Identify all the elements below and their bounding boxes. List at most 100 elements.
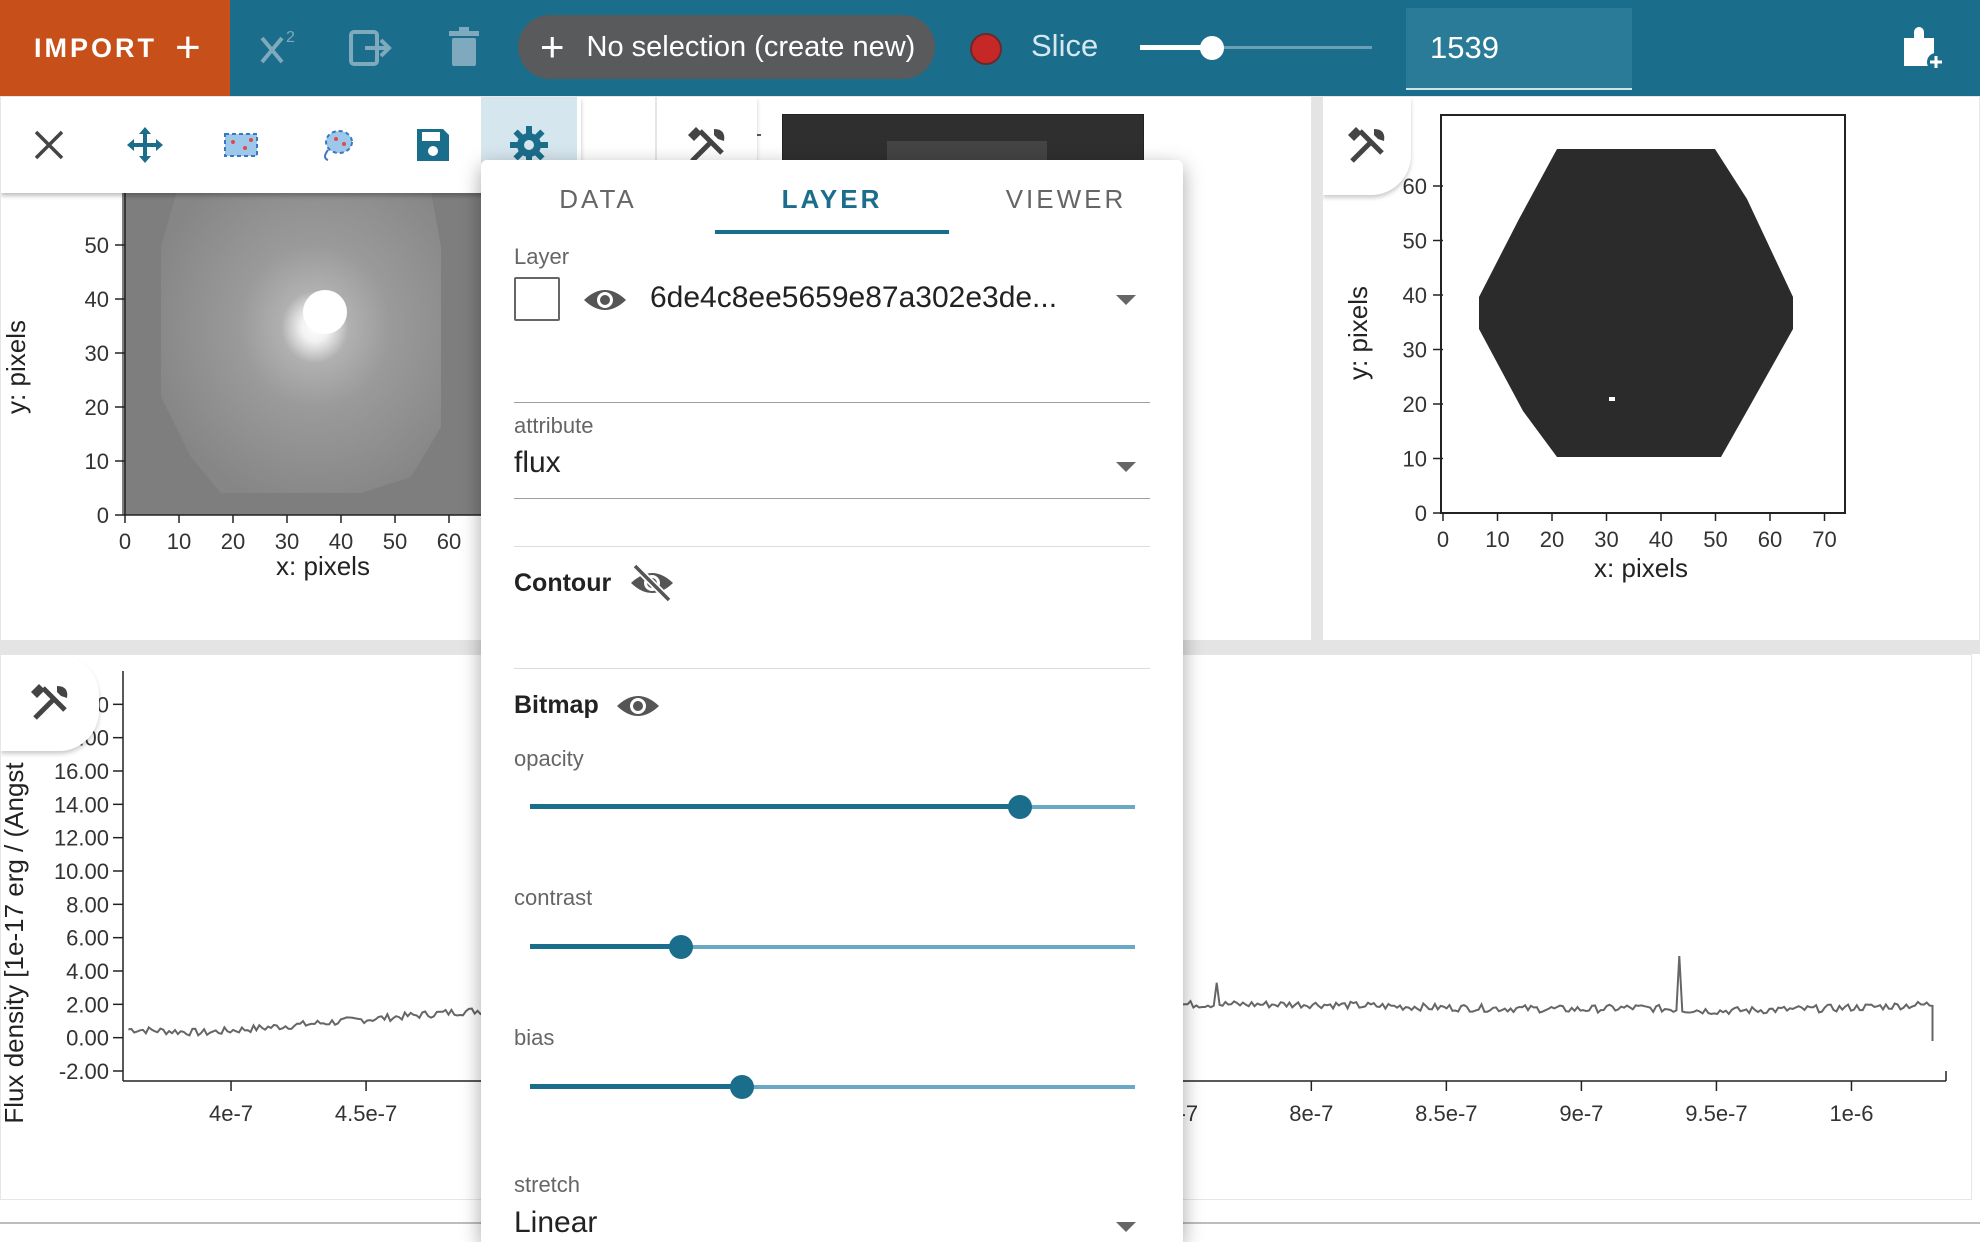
contour-hidden-eye-icon[interactable] [629,562,675,604]
active-tab-indicator [715,230,949,234]
lasso-select-icon [324,130,353,161]
x-tick-label: 10 [1485,527,1509,552]
y-tick-label: 10.00 [54,859,109,884]
spectrum-viewer-tools-button[interactable] [1,655,99,751]
close-icon [34,130,64,160]
image-viewer-3-plot[interactable]: 0 10 20 30 40 50 60 70 0 10 20 30 40 50 60 x: pixels y: … [1323,97,1980,646]
lasso-select-tool-button[interactable] [289,97,385,193]
record-icon[interactable] [970,33,1002,65]
y-tick-label: 60 [1403,174,1427,199]
x-tick-label: 4.5e-7 [335,1101,397,1126]
bias-slider-thumb[interactable] [729,1075,754,1099]
x-tick-label: 50 [383,529,407,554]
y-axis-label: Flux density [1e-17 erg / (Angst [1,762,29,1124]
stretch-dropdown-caret[interactable] [1116,1222,1136,1232]
opacity-slider[interactable] [530,792,1135,822]
bias-slider[interactable] [530,1072,1135,1102]
create-plus-icon: + [540,23,565,70]
x-tick-label: 0 [1437,527,1449,552]
layer-dropdown-caret[interactable] [1116,295,1136,305]
x-tick-label: 70 [1812,527,1836,552]
y-tick-label: 0.00 [66,1026,109,1051]
y-tick-label: 30 [85,341,109,366]
attribute-dropdown-caret[interactable] [1116,462,1136,472]
bias-label: bias [514,1025,555,1050]
opacity-slider-thumb[interactable] [1008,795,1033,819]
y-tick-label: 40 [85,287,109,312]
image-viewer-3-tools-button[interactable] [1323,97,1411,195]
y-tick-label: 50 [85,233,109,258]
mask-hole [1609,397,1615,401]
y-tick-label: 12.00 [54,826,109,851]
pan-zoom-icon [127,127,163,163]
tab-layer[interactable]: LAYER [715,184,949,215]
x-tick-label: 50 [1703,527,1727,552]
slice-slider-thumb[interactable] [1199,36,1224,60]
y-tick-label: 4.00 [66,959,109,984]
layer-visibility-icon[interactable] [582,284,628,316]
tools-icon [31,684,68,720]
trash-icon[interactable] [440,24,488,72]
tab-data[interactable]: DATA [481,184,715,215]
x-squared-icon[interactable]: 2 [256,24,304,72]
export-icon[interactable] [345,24,393,72]
stretch-select-value[interactable]: Linear [514,1206,597,1240]
bitmap-section-title: Bitmap [514,691,599,719]
plus-icon: + [175,23,204,72]
y-tick-label: 0 [97,503,109,528]
y-tick-label: 0 [1415,501,1427,526]
tools-icon [1348,127,1385,163]
import-label: IMPORT [34,32,157,63]
bitmap-visibility-icon[interactable] [615,690,661,722]
attribute-select-value[interactable]: flux [514,446,561,480]
layer-color-swatch[interactable] [514,277,560,321]
x-tick-label: 8e-7 [1289,1101,1333,1126]
opacity-label: opacity [514,746,584,771]
x-tick-label: 30 [1594,527,1618,552]
plot-options-popup: DATA LAYER VIEWER Layer 6de4c8ee5659e87a… [481,160,1183,1242]
section-divider [514,546,1150,547]
plugin-add-icon[interactable] [1900,26,1946,72]
selection-label: No selection (create new) [586,30,916,63]
layer-label: Layer [514,244,570,269]
x-tick-label: 9.5e-7 [1685,1101,1747,1126]
box-select-tool-button[interactable] [193,97,289,193]
pan-zoom-tool-button[interactable] [97,97,193,193]
x-tick-label: 40 [1649,527,1673,552]
galaxy-image [161,191,441,493]
plot-options-tabs: DATA LAYER VIEWER [481,160,1183,235]
save-tool-button[interactable] [385,97,481,193]
x-tick-label: 0 [119,529,131,554]
x-tick-label: 10 [167,529,191,554]
y-tick-label: 2.00 [66,992,109,1017]
tab-viewer[interactable]: VIEWER [949,184,1183,215]
x-tick-label: 60 [437,529,461,554]
box-select-icon [224,133,258,157]
close-tool-button[interactable] [1,97,97,193]
y-tick-label: 20 [85,395,109,420]
panel-divider [1312,96,1322,646]
y-tick-label: 50 [1403,229,1427,254]
y-tick-label: -2.00 [59,1059,109,1084]
import-button[interactable]: IMPORT + [0,0,230,96]
contrast-slider-thumb[interactable] [669,935,694,959]
x-tick-label: 9e-7 [1559,1101,1603,1126]
slice-value-field[interactable]: 1539 [1406,8,1632,90]
contour-section-title: Contour [514,569,612,597]
layer-select-value[interactable]: 6de4c8ee5659e87a302e3de... [650,281,1057,315]
y-tick-label: 10 [85,449,109,474]
slice-slider[interactable] [1140,36,1372,60]
contrast-slider[interactable] [530,932,1135,962]
x-axis-label: x: pixels [276,551,370,581]
top-toolbar: IMPORT + 2 + No selection (create new) S… [0,0,1980,96]
selection-dropdown[interactable]: + No selection (create new) [518,15,935,79]
x-axis-label: x: pixels [1594,553,1688,583]
section-divider [514,668,1150,669]
svg-text:2: 2 [286,29,295,46]
y-tick-label: 20 [1403,392,1427,417]
x-tick-label: 20 [221,529,245,554]
x-tick-label: 4e-7 [209,1101,253,1126]
x-tick-label: 60 [1758,527,1782,552]
y-tick-label: 16.00 [54,759,109,784]
y-tick-label: 6.00 [66,926,109,951]
